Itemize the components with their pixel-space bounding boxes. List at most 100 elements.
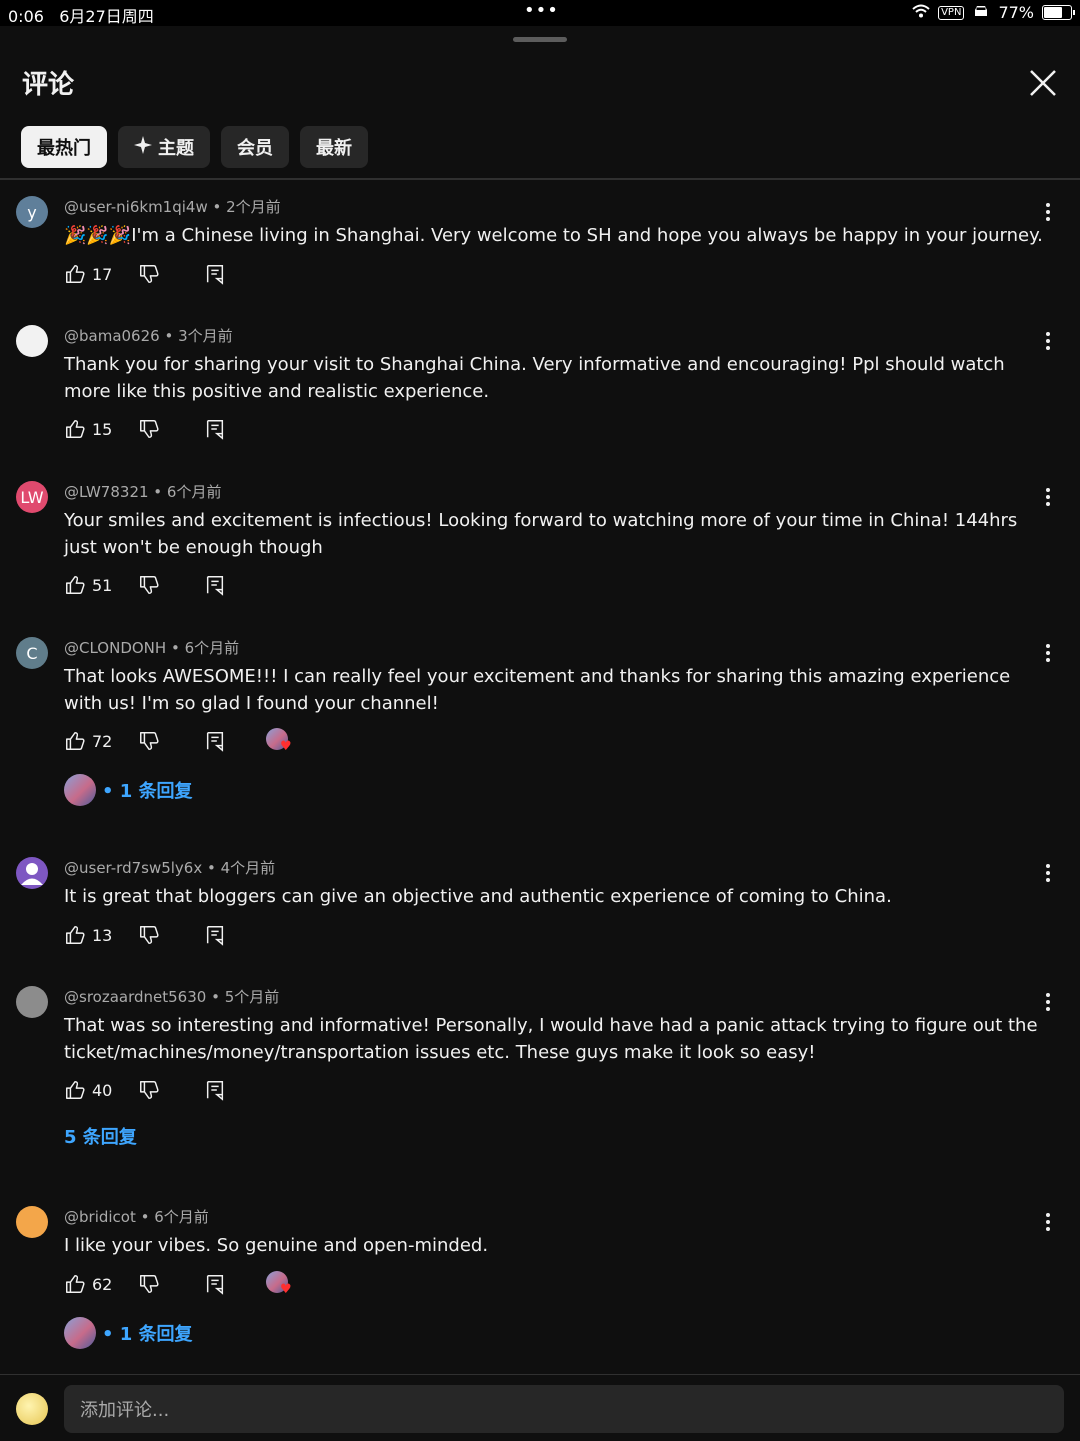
comment-actions: 51 — [64, 572, 266, 598]
more-options-icon[interactable] — [1040, 861, 1056, 885]
comment-actions: 13 — [64, 922, 266, 948]
comment-author[interactable]: @srozaardnet5630 — [64, 988, 206, 1006]
car-icon — [972, 3, 990, 22]
comment-author[interactable]: @user-rd7sw5ly6x — [64, 859, 202, 877]
comment-meta: @bama0626 • 3个月前 — [64, 327, 233, 345]
chip-top[interactable]: 最热门 — [21, 126, 107, 168]
like-count: 13 — [92, 925, 113, 945]
comment-author[interactable]: @bridicot — [64, 1208, 136, 1226]
more-options-icon[interactable] — [1040, 641, 1056, 665]
chip-topics[interactable]: 主题 — [118, 126, 210, 168]
like-count: 17 — [92, 264, 113, 284]
creator-heart-badge: ♥ — [266, 1271, 294, 1297]
comments-sheet: 评论 最热门 主题 会员 最新 y @user-ni6km1qi4w • 2个月前… — [0, 26, 1080, 1440]
reply-button[interactable] — [204, 1273, 266, 1295]
comment-avatar[interactable] — [16, 1206, 48, 1238]
thumbs-down-icon — [138, 418, 160, 440]
like-button[interactable]: 15 — [64, 418, 138, 440]
current-user-avatar — [16, 1393, 48, 1425]
thumbs-up-icon — [64, 1273, 86, 1295]
comment-time: 6个月前 — [184, 639, 240, 657]
comment-meta: @bridicot • 6个月前 — [64, 1208, 209, 1226]
view-replies-button[interactable]: • 1 条回复 — [64, 1317, 193, 1349]
multitasking-dots-icon[interactable]: ••• — [524, 0, 559, 21]
like-button[interactable]: 62 — [64, 1273, 138, 1295]
chip-members[interactable]: 会员 — [221, 126, 289, 168]
comment-time: 3个月前 — [178, 327, 233, 345]
comment-time: 2个月前 — [226, 198, 281, 216]
comment-time: 6个月前 — [166, 483, 222, 501]
comment-avatar[interactable]: y — [16, 196, 48, 228]
reply-button[interactable] — [204, 418, 266, 440]
more-options-icon[interactable] — [1040, 485, 1056, 509]
comment-avatar[interactable] — [16, 857, 48, 889]
comment-text: That was so interesting and informative!… — [64, 1015, 1038, 1063]
chip-newest[interactable]: 最新 — [300, 126, 368, 168]
comment-avatar[interactable] — [16, 986, 48, 1018]
reply-avatar — [64, 774, 96, 806]
comment-meta: @CLONDONH • 6个月前 — [64, 639, 240, 657]
thumbs-down-icon — [138, 263, 160, 285]
reply-button[interactable] — [204, 574, 266, 596]
dislike-button[interactable] — [138, 1273, 204, 1295]
thumbs-up-icon — [64, 574, 86, 596]
like-count: 72 — [92, 731, 113, 751]
like-button[interactable]: 17 — [64, 263, 138, 285]
comment-actions: 17 — [64, 261, 266, 287]
thumbs-down-icon — [138, 1273, 160, 1295]
like-count: 51 — [92, 575, 113, 595]
add-comment-input[interactable]: 添加评论... — [64, 1385, 1064, 1433]
dislike-button[interactable] — [138, 1079, 204, 1101]
thumbs-up-icon — [64, 263, 86, 285]
comment-time: 5个月前 — [224, 988, 280, 1006]
more-options-icon[interactable] — [1040, 329, 1056, 353]
filter-chips: 最热门 主题 会员 最新 — [21, 126, 368, 168]
reply-button[interactable] — [204, 263, 266, 285]
more-options-icon[interactable] — [1040, 1210, 1056, 1234]
heart-icon: ♥ — [280, 739, 292, 754]
like-count: 62 — [92, 1274, 113, 1294]
like-button[interactable]: 13 — [64, 924, 138, 946]
more-options-icon[interactable] — [1040, 200, 1056, 224]
view-replies-button[interactable]: 5 条回复 — [64, 1123, 137, 1149]
comment-actions: 62 ♥ — [64, 1271, 294, 1297]
battery-icon — [1042, 5, 1075, 20]
comment-time: 4个月前 — [220, 859, 276, 877]
comment-author[interactable]: @bama0626 — [64, 327, 160, 345]
status-icons: VPN 77% — [912, 3, 1075, 22]
sparkle-icon — [134, 135, 152, 159]
like-button[interactable]: 72 — [64, 730, 138, 752]
reply-icon — [204, 924, 226, 946]
creator-heart-badge: ♥ — [266, 728, 294, 754]
more-options-icon[interactable] — [1040, 990, 1056, 1014]
drag-handle[interactable] — [513, 37, 567, 42]
comment-author[interactable]: @user-ni6km1qi4w — [64, 198, 208, 216]
vpn-badge: VPN — [938, 5, 965, 20]
thumbs-down-icon — [138, 574, 160, 596]
view-replies-button[interactable]: • 1 条回复 — [64, 774, 193, 806]
dislike-button[interactable] — [138, 730, 204, 752]
dislike-button[interactable] — [138, 924, 204, 946]
reply-button[interactable] — [204, 924, 266, 946]
close-button[interactable] — [1024, 64, 1062, 102]
reply-button[interactable] — [204, 1079, 266, 1101]
reply-button[interactable] — [204, 730, 266, 752]
close-icon — [1030, 70, 1056, 96]
comment-avatar[interactable]: C — [16, 637, 48, 669]
like-button[interactable]: 51 — [64, 574, 138, 596]
like-button[interactable]: 40 — [64, 1079, 138, 1101]
dislike-button[interactable] — [138, 263, 204, 285]
comment-avatar[interactable] — [16, 325, 48, 357]
dislike-button[interactable] — [138, 574, 204, 596]
comment-actions: 40 — [64, 1077, 266, 1103]
heart-icon: ♥ — [280, 1282, 292, 1297]
dislike-button[interactable] — [138, 418, 204, 440]
comment-author[interactable]: @CLONDONH — [64, 639, 166, 657]
comment-text: I like your vibes. So genuine and open-m… — [64, 1235, 489, 1256]
thumbs-down-icon — [138, 730, 160, 752]
thumbs-down-icon — [138, 924, 160, 946]
thumbs-up-icon — [64, 924, 86, 946]
comment-author[interactable]: @LW78321 — [64, 483, 149, 501]
like-count: 15 — [92, 419, 113, 439]
comment-avatar[interactable]: LW — [16, 481, 48, 513]
